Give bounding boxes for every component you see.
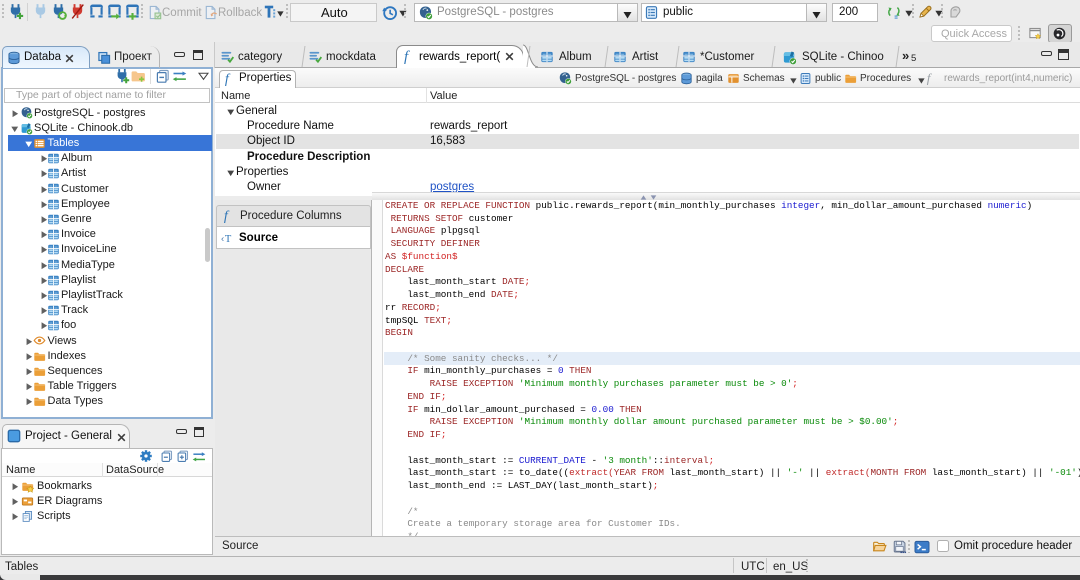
svg-text:f: f	[927, 70, 933, 85]
svg-text:f: f	[225, 71, 231, 87]
svg-text:f: f	[224, 208, 230, 224]
svg-text:f: f	[404, 49, 410, 65]
svg-text:T: T	[225, 234, 232, 245]
svg-text:‹: ‹	[221, 234, 224, 245]
